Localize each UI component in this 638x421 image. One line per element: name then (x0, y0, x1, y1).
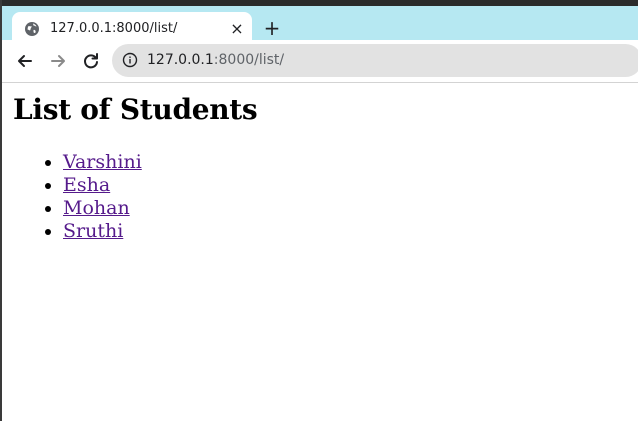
arrow-right-icon (51, 55, 65, 67)
student-link[interactable]: Mohan (63, 197, 130, 219)
page-title: List of Students (13, 93, 258, 126)
student-link[interactable]: Varshini (63, 151, 142, 173)
reload-icon (84, 53, 98, 69)
new-tab-button[interactable]: + (260, 17, 284, 41)
address-bar[interactable]: 127.0.0.1:8000/list/ (112, 44, 638, 77)
list-item: Varshini (63, 151, 142, 174)
info-icon[interactable] (122, 52, 138, 68)
globe-icon (24, 21, 40, 37)
url-path: :8000/list/ (213, 52, 285, 68)
arrow-left-icon (18, 55, 32, 67)
back-button[interactable] (14, 50, 36, 72)
list-item: Sruthi (63, 220, 142, 243)
list-item: Mohan (63, 197, 142, 220)
page-content: List of Students Varshini Esha Mohan Sru… (2, 83, 638, 421)
forward-button[interactable] (47, 50, 69, 72)
student-link[interactable]: Esha (63, 174, 110, 196)
tab-title: 127.0.0.1:8000/list/ (50, 21, 178, 36)
browser-toolbar: 127.0.0.1:8000/list/ (2, 40, 638, 83)
url-text: 127.0.0.1:8000/list/ (147, 52, 284, 68)
student-list: Varshini Esha Mohan Sruthi (2, 151, 142, 243)
list-item: Esha (63, 174, 142, 197)
url-host: 127.0.0.1 (147, 52, 214, 68)
tab-strip: 127.0.0.1:8000/list/ × + (2, 6, 638, 46)
reload-button[interactable] (80, 50, 102, 72)
student-link[interactable]: Sruthi (63, 220, 123, 242)
close-tab-icon[interactable]: × (228, 20, 246, 38)
